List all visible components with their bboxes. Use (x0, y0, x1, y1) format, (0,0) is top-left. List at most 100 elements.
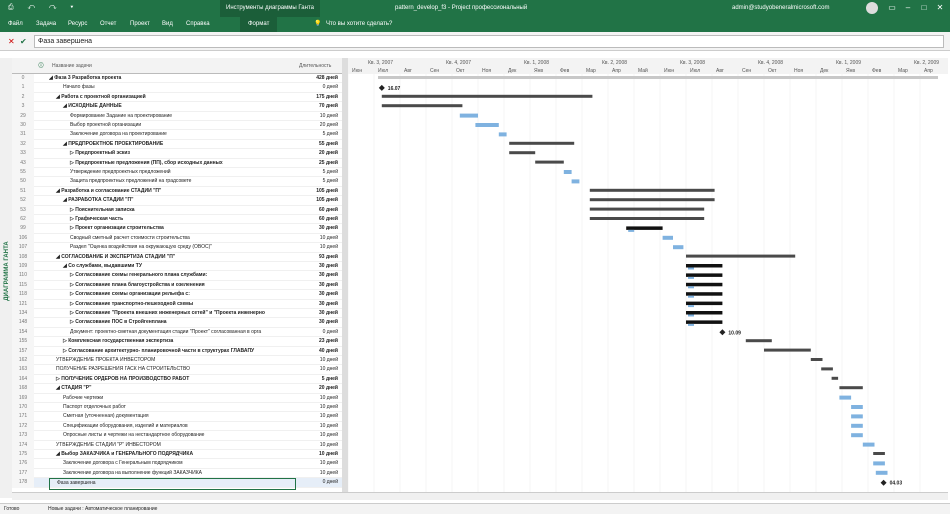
col-duration[interactable]: Длительность (299, 58, 331, 74)
table-row[interactable]: 51 ◢ Разработка и согласование СТАДИИ "П"… (12, 186, 342, 197)
table-row[interactable]: 52 ◢ РАЗРАБОТКА СТАДИИ "П" 105 дней (12, 196, 342, 206)
ribbon-display-icon[interactable]: ▭ (886, 2, 898, 14)
task-duration[interactable]: 0 дней (299, 478, 341, 487)
table-row[interactable]: 173 Опросные листы и чертежи на нестандар… (12, 431, 342, 441)
table-row[interactable]: 172 Спецификации оборудования, изделий и … (12, 421, 342, 432)
table-row[interactable]: 168 ◢ СТАДИЯ "Р" 20 дней (12, 384, 342, 394)
task-name[interactable]: ◢ Работа с проектной организацией (49, 93, 296, 102)
task-name[interactable]: Заключение договора на проектирование (49, 130, 296, 139)
task-duration[interactable]: 10 дней (299, 469, 341, 478)
table-row[interactable]: 170 Паспорт отделочных работ 10 дней (12, 403, 342, 413)
task-name[interactable]: ◢ Со службами, выдавшими ТУ (49, 262, 296, 271)
task-name[interactable]: ▷ Согласование ПОС в Стройгенплана (49, 318, 296, 327)
task-duration[interactable]: 105 дней (299, 196, 341, 205)
task-name[interactable]: ▷ Согласование "Проекта внешних инженерн… (49, 309, 296, 318)
table-row[interactable]: 171 Сметная (уточненная) документация 10 д… (12, 412, 342, 422)
table-row[interactable]: 178 Фаза завершена 0 дней (12, 478, 342, 490)
task-mode[interactable]: Новые задачи : Автоматическое планирован… (48, 504, 157, 514)
task-name[interactable]: Сводный сметный расчет стоимости строите… (49, 234, 296, 243)
table-row[interactable]: 1 Начало фазы 0 дней (12, 83, 342, 93)
table-row[interactable]: 62 ▷ Графическая часть 60 дней (12, 215, 342, 225)
tab-help[interactable]: Справка (186, 17, 210, 32)
table-row[interactable]: 0 ◢ Фаза 3 Разработка проекта 428 дней (12, 74, 342, 84)
task-duration[interactable]: 105 дней (299, 187, 341, 196)
task-name[interactable]: Раздел "Оценка воздействия на окружающую… (49, 243, 296, 252)
cancel-entry-icon[interactable]: ✕ (8, 37, 15, 46)
task-name[interactable]: ◢ Фаза 3 Разработка проекта (49, 74, 296, 83)
col-task-name[interactable]: Название задачи (52, 58, 92, 74)
table-row[interactable]: 3 ◢ ИСХОДНЫЕ ДАННЫЕ 70 дней (12, 102, 342, 112)
task-duration[interactable]: 10 дней (299, 243, 341, 252)
task-name[interactable]: Заключение договора с Генеральным подряд… (49, 459, 296, 468)
task-name[interactable]: Формирование Задание на проектирование (49, 112, 296, 121)
task-name[interactable]: ▷ Комплексная государственная экспертиза (49, 337, 296, 346)
tab-project[interactable]: Проект (130, 17, 150, 32)
table-row[interactable]: 163 ПОЛУЧЕНИЕ РАЗРЕШЕНИЯ ГАСК НА СТРОИТЕЛ… (12, 365, 342, 375)
task-duration[interactable]: 10 дней (299, 441, 341, 450)
minimize-icon[interactable]: – (902, 2, 914, 14)
table-row[interactable]: 99 ▷ Проект организации строительства 30 д… (12, 224, 342, 234)
task-duration[interactable]: 5 дней (299, 375, 341, 384)
task-name[interactable]: ▷ Предпроектные предложения (ПП), сбор и… (49, 159, 296, 168)
table-row[interactable]: 164 ▷ ПОЛУЧЕНИЕ ОРДЕРОВ НА ПРОИЗВОДСТВО Р… (12, 374, 342, 385)
task-name[interactable]: Опросные листы и чертежи на нестандартно… (49, 431, 296, 440)
entry-field[interactable]: Фаза завершена (34, 35, 944, 48)
task-duration[interactable]: 10 дней (299, 412, 341, 421)
table-row[interactable]: 106 Сводный сметный расчет стоимости стро… (12, 233, 342, 244)
task-duration[interactable]: 30 дней (299, 271, 341, 280)
tab-view[interactable]: Вид (162, 17, 173, 32)
task-name[interactable]: ▷ Графическая часть (49, 215, 296, 224)
task-duration[interactable]: 20 дней (299, 384, 341, 393)
task-duration[interactable]: 30 дней (299, 309, 341, 318)
task-duration[interactable]: 30 дней (299, 318, 341, 327)
task-duration[interactable]: 60 дней (299, 206, 341, 215)
table-row[interactable]: 29 Формирование Задание на проектирование… (12, 111, 342, 121)
task-name[interactable]: Начало фазы (49, 83, 296, 92)
table-row[interactable]: 2 ◢ Работа с проектной организацией 175 дн… (12, 92, 342, 103)
table-row[interactable]: 31 Заключение договора на проектирование 5… (12, 130, 342, 140)
task-name[interactable]: ◢ Выбор ЗАКАЗЧИКА и ГЕНЕРАЛЬНОГО ПОДРЯДЧ… (49, 450, 296, 459)
avatar[interactable] (866, 2, 878, 14)
task-name[interactable]: ▷ Пояснительная записка (49, 206, 296, 215)
table-row[interactable]: 53 ▷ Пояснительная записка 60 дней (12, 205, 342, 215)
table-row[interactable]: 162 УТВЕРЖДЕНИЕ ПРОЕКТА ИНВЕСТОРОМ 10 дней (12, 356, 342, 366)
task-duration[interactable]: 30 дней (299, 281, 341, 290)
table-row[interactable]: 134 ▷ Согласование "Проекта внешних инжен… (12, 309, 342, 319)
table-row[interactable]: 177 Заключение договора на выполнение фун… (12, 468, 342, 479)
table-row[interactable]: 176 Заключение договора с Генеральным под… (12, 459, 342, 469)
task-duration[interactable]: 30 дней (299, 290, 341, 299)
task-name[interactable]: Документ: проектно-сметная документация … (49, 328, 296, 337)
tab-resource[interactable]: Ресурс (68, 17, 87, 32)
task-name[interactable]: Спецификации оборудования, изделий и мат… (49, 422, 296, 431)
table-row[interactable]: 157 ▷ Согласование архитектурно- планиров… (12, 346, 342, 356)
task-name[interactable]: ▷ Предпроектный эскиз (49, 149, 296, 158)
task-name[interactable]: Рабочие чертежи (49, 394, 296, 403)
task-duration[interactable]: 0 дней (299, 83, 341, 92)
task-name[interactable]: ▷ Согласование схемы генерального плана … (49, 271, 296, 280)
table-row[interactable]: 32 ◢ ПРЕДПРОЕКТНОЕ ПРОЕКТИРОВАНИЕ 55 дней (12, 139, 342, 150)
task-duration[interactable]: 10 дней (299, 450, 341, 459)
task-duration[interactable]: 40 дней (299, 347, 341, 356)
table-row[interactable]: 30 Выбор проектной организации 20 дней (12, 121, 342, 131)
task-name[interactable]: ▷ Согласование схемы организации рельефа… (49, 290, 296, 299)
task-duration[interactable]: 23 дней (299, 337, 341, 346)
horizontal-scrollbar[interactable] (12, 492, 948, 500)
task-name[interactable]: Защита предпроектных предложений на град… (49, 177, 296, 186)
task-duration[interactable]: 10 дней (299, 422, 341, 431)
task-name[interactable]: ◢ ПРЕДПРОЕКТНОЕ ПРОЕКТИРОВАНИЕ (49, 140, 296, 149)
table-row[interactable]: 43 ▷ Предпроектные предложения (ПП), сбор… (12, 158, 342, 168)
table-row[interactable]: 174 УТВЕРЖДЕНИЕ СТАДИИ "Р" ИНВЕСТОРОМ 10 д… (12, 440, 342, 450)
task-duration[interactable]: 10 дней (299, 234, 341, 243)
task-name[interactable]: ◢ СОГЛАСОВАНИЕ И ЭКСПЕРТИЗА СТАДИИ "П" (49, 253, 296, 262)
task-name[interactable]: ◢ ИСХОДНЫЕ ДАННЫЕ (49, 102, 296, 111)
task-duration[interactable]: 5 дней (299, 168, 341, 177)
task-duration[interactable]: 10 дней (299, 403, 341, 412)
task-duration[interactable]: 20 дней (299, 149, 341, 158)
task-name[interactable]: Заключение договора на выполнение функци… (49, 469, 296, 478)
task-duration[interactable]: 175 дней (299, 93, 341, 102)
task-duration[interactable]: 70 дней (299, 102, 341, 111)
table-row[interactable]: 148 ▷ Согласование ПОС в Стройгенплана 30 … (12, 318, 342, 328)
task-name[interactable]: Паспорт отделочных работ (49, 403, 296, 412)
task-duration[interactable]: 60 дней (299, 215, 341, 224)
task-name[interactable]: УТВЕРЖДЕНИЕ СТАДИИ "Р" ИНВЕСТОРОМ (49, 441, 296, 450)
